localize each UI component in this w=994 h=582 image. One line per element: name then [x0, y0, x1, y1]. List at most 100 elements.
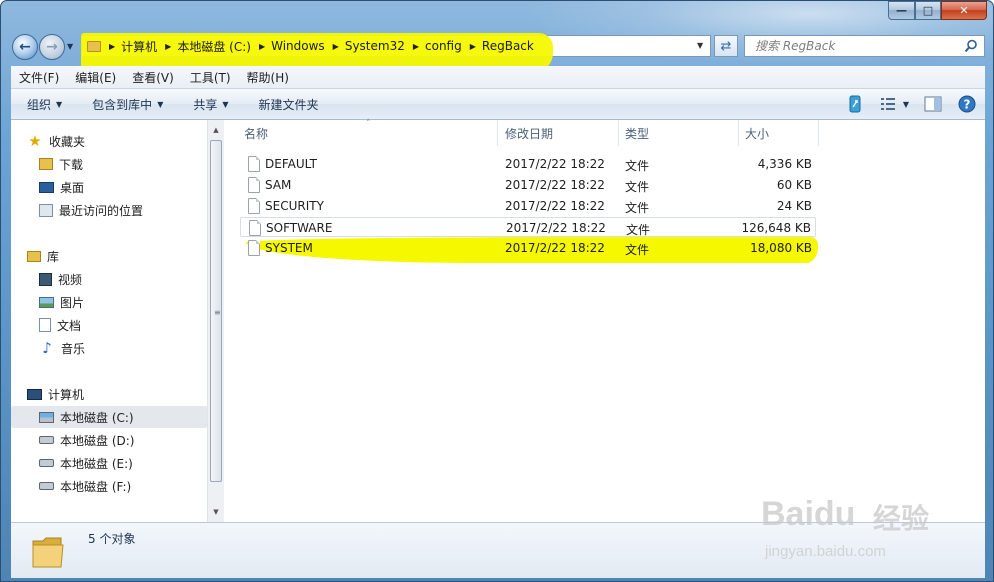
- sidebar-item-desktop[interactable]: 桌面: [39, 176, 84, 198]
- file-row[interactable]: SOFTWARE 2017/2/22 18:22 文件 126,648 KB: [240, 217, 816, 237]
- breadcrumb-drive-c[interactable]: 本地磁盘 (C:): [177, 38, 251, 55]
- file-row[interactable]: SYSTEM 2017/2/22 18:22 文件 18,080 KB: [240, 238, 816, 258]
- breadcrumb-system32[interactable]: System32: [345, 39, 405, 53]
- file-size: 60 KB: [776, 178, 812, 192]
- menu-file[interactable]: 文件(F): [11, 69, 67, 86]
- chevron-right-icon[interactable]: ▶: [109, 42, 115, 51]
- file-row[interactable]: SAM 2017/2/22 18:22 文件 60 KB: [240, 175, 816, 195]
- menu-view[interactable]: 查看(V): [124, 69, 182, 86]
- help-icon[interactable]: ?: [957, 94, 977, 114]
- address-dropdown[interactable]: ▼: [697, 41, 703, 50]
- computer-label: 计算机: [48, 387, 85, 402]
- view-options-icon[interactable]: [879, 94, 899, 114]
- breadcrumb: ▶ 计算机 ▶ 本地磁盘 (C:) ▶ Windows ▶ System32 ▶…: [81, 35, 534, 57]
- chevron-right-icon[interactable]: ▶: [165, 42, 171, 51]
- folder-icon: [32, 537, 64, 568]
- column-header-size[interactable]: 大小: [739, 120, 819, 146]
- chevron-right-icon[interactable]: ▶: [259, 42, 265, 51]
- search-input[interactable]: [753, 38, 953, 54]
- system-drive-icon: [39, 411, 54, 423]
- downloads-icon: [39, 158, 53, 170]
- sidebar-item-downloads[interactable]: 下载: [39, 153, 83, 175]
- sidebar-item-drive-c[interactable]: 本地磁盘 (C:): [11, 406, 207, 428]
- video-icon: [39, 272, 52, 286]
- menu-edit[interactable]: 编辑(E): [67, 69, 124, 86]
- chevron-down-icon: ▼: [56, 99, 63, 109]
- music-icon: ♪: [42, 339, 52, 357]
- column-header-name[interactable]: 名称: [238, 120, 498, 146]
- file-icon: [248, 240, 260, 256]
- sidebar-item-documents[interactable]: 文档: [39, 314, 81, 336]
- sidebar-computer-header[interactable]: 计算机: [27, 383, 84, 405]
- view-controls: ▼ ?: [831, 94, 977, 114]
- organize-button[interactable]: 组织 ▼: [11, 96, 76, 113]
- sidebar-libraries-header[interactable]: 库: [27, 245, 59, 267]
- breadcrumb-config[interactable]: config: [425, 39, 462, 53]
- libraries-label: 库: [47, 249, 60, 264]
- breadcrumb-windows[interactable]: Windows: [271, 39, 325, 53]
- file-size: 4,336 KB: [757, 157, 812, 171]
- file-name: SYSTEM: [265, 241, 313, 255]
- pictures-label: 图片: [60, 295, 85, 310]
- maximize-button[interactable]: □: [915, 1, 941, 20]
- documents-label: 文档: [57, 318, 82, 333]
- downloads-label: 下载: [59, 157, 84, 172]
- search-icon[interactable]: [964, 39, 978, 53]
- menu-bar: 文件(F) 编辑(E) 查看(V) 工具(T) 帮助(H): [11, 66, 985, 89]
- preview-pane-icon[interactable]: [923, 94, 943, 114]
- star-icon: ★: [28, 132, 42, 150]
- chevron-right-icon[interactable]: ▶: [470, 42, 476, 51]
- breadcrumb-computer[interactable]: 计算机: [121, 38, 157, 55]
- file-row[interactable]: DEFAULT 2017/2/22 18:22 文件 4,336 KB: [240, 154, 816, 174]
- navigation-pane-scrollbar[interactable]: ▲ ≡ ▼: [207, 120, 224, 522]
- chevron-right-icon[interactable]: ▶: [333, 42, 339, 51]
- share-label: 共享: [193, 97, 218, 112]
- sidebar-item-videos[interactable]: 视频: [39, 268, 82, 290]
- flip-icon[interactable]: [845, 94, 865, 114]
- file-name: SOFTWARE: [266, 221, 333, 235]
- sidebar-item-music[interactable]: ♪ 音乐: [39, 337, 85, 359]
- file-date: 2017/2/22 18:22: [506, 221, 606, 235]
- refresh-button[interactable]: ⇄: [714, 35, 738, 57]
- desktop-label: 桌面: [60, 180, 85, 195]
- file-icon: [248, 156, 260, 172]
- hard-drive-icon: [39, 459, 54, 467]
- menu-tools[interactable]: 工具(T): [182, 69, 239, 86]
- sidebar-item-pictures[interactable]: 图片: [39, 291, 84, 313]
- forward-button[interactable]: →: [39, 34, 65, 60]
- menu-help[interactable]: 帮助(H): [239, 69, 297, 86]
- file-size: 18,080 KB: [750, 241, 812, 255]
- recent-pages-dropdown[interactable]: ▼: [67, 42, 73, 51]
- back-button[interactable]: ←: [12, 34, 38, 60]
- sidebar-item-recent-places[interactable]: 最近访问的位置: [39, 199, 143, 221]
- share-button[interactable]: 共享 ▼: [177, 96, 242, 113]
- grip-icon: ≡: [214, 308, 221, 317]
- close-button[interactable]: ✕: [941, 1, 987, 20]
- column-header-date[interactable]: 修改日期: [499, 120, 619, 146]
- scrollbar-thumb[interactable]: ≡: [210, 140, 222, 482]
- file-type: 文件: [625, 180, 650, 194]
- videos-label: 视频: [58, 272, 83, 287]
- file-type: 文件: [626, 223, 651, 237]
- search-box: [744, 35, 985, 57]
- sidebar-item-drive-e[interactable]: 本地磁盘 (E:): [39, 452, 133, 474]
- scroll-up-icon[interactable]: ▲: [208, 122, 224, 138]
- minimize-button[interactable]: —: [888, 1, 915, 20]
- file-icon: [248, 198, 260, 214]
- breadcrumb-regback[interactable]: RegBack: [482, 39, 534, 53]
- scroll-down-icon[interactable]: ▼: [208, 504, 224, 520]
- sidebar-favorites-header[interactable]: ★ 收藏夹: [27, 130, 85, 152]
- command-bar: 组织 ▼ 包含到库中 ▼ 共享 ▼ 新建文件夹 ▼ ?: [11, 89, 985, 120]
- file-row[interactable]: SECURITY 2017/2/22 18:22 文件 24 KB: [240, 196, 816, 216]
- view-dropdown-icon[interactable]: ▼: [903, 100, 909, 109]
- include-in-library-button[interactable]: 包含到库中 ▼: [76, 96, 177, 113]
- file-type: 文件: [625, 243, 650, 257]
- column-header-type[interactable]: 类型: [619, 120, 739, 146]
- details-pane: 5 个对象: [11, 522, 985, 578]
- new-folder-button[interactable]: 新建文件夹: [243, 96, 333, 113]
- sidebar-item-drive-f[interactable]: 本地磁盘 (F:): [39, 475, 131, 497]
- caption-buttons: — □ ✕: [888, 1, 987, 20]
- chevron-right-icon[interactable]: ▶: [413, 42, 419, 51]
- sidebar-item-drive-d[interactable]: 本地磁盘 (D:): [39, 429, 134, 451]
- explorer-window: — □ ✕ ← → ▼ ▶ 计算机 ▶ 本地磁盘 (C:) ▶ Windows …: [0, 0, 994, 582]
